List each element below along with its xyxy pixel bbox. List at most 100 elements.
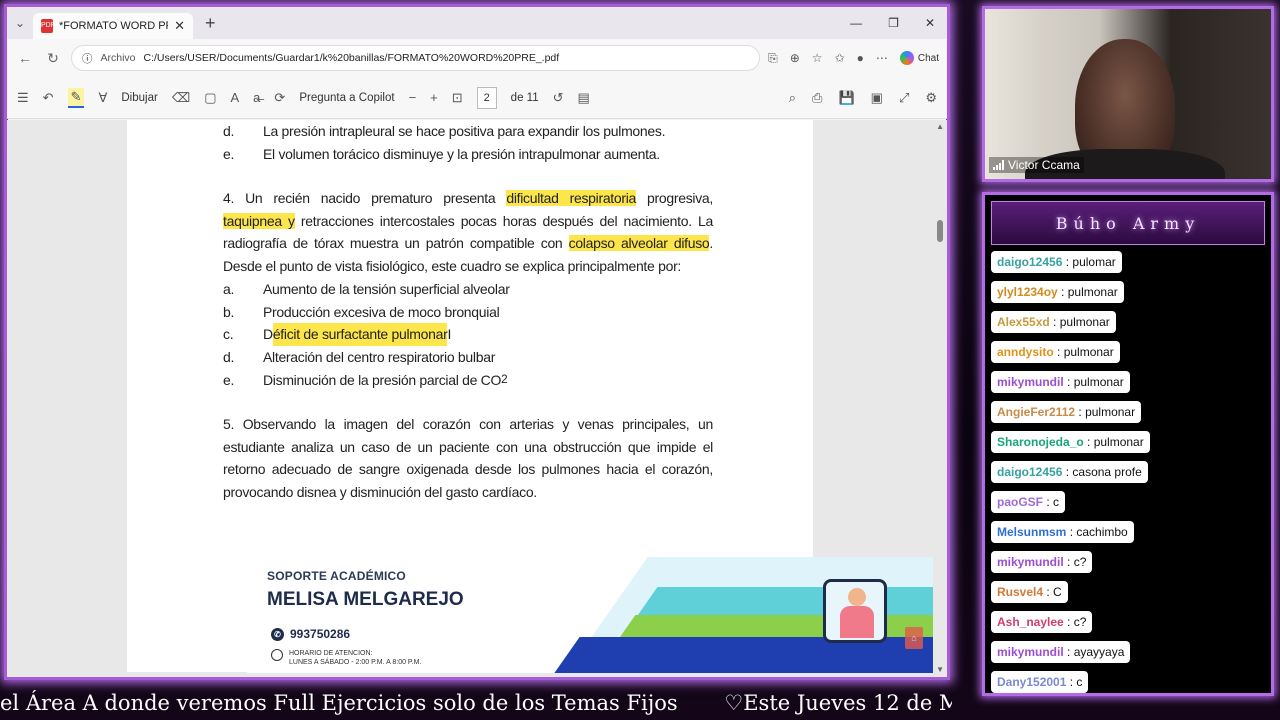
- question-4: 4. Un recién nacido prematuro presenta d…: [223, 190, 714, 275]
- chat-username[interactable]: mikymundil: [997, 645, 1064, 659]
- more-icon[interactable]: ⋯: [876, 51, 888, 65]
- chat-username[interactable]: daigo12456: [997, 465, 1062, 479]
- chat-title: Búho Army: [991, 201, 1265, 245]
- contents-icon[interactable]: ☰: [17, 90, 29, 106]
- favorites-icon[interactable]: ✩: [835, 51, 845, 65]
- address-bar-row: ← ↻ ⓘ Archivo C:/Users/USER/Documents/Gu…: [7, 39, 947, 77]
- settings-gear-icon[interactable]: ⚙: [925, 90, 937, 106]
- option-b: b. Producción excesiva de moco bronquial: [223, 303, 500, 320]
- chat-separator: :: [1043, 585, 1054, 599]
- url-field[interactable]: ⓘ Archivo C:/Users/USER/Documents/Guarda…: [71, 45, 761, 71]
- banner-name: MELISA MELGAREJO: [267, 589, 464, 610]
- webcam-name-label: Victor Ccama: [989, 157, 1084, 173]
- chat-username[interactable]: daigo12456: [997, 255, 1062, 269]
- tab-title: *FORMATO WORD PRE_.pdf: [59, 20, 168, 32]
- chat-text: pulmonar: [1093, 435, 1144, 449]
- chat-username[interactable]: Melsunmsm: [997, 525, 1066, 539]
- pdf-file-icon: PDF: [41, 19, 55, 33]
- restore-icon[interactable]: ❐: [888, 16, 899, 30]
- question-4-options: a. Aumento de la tensión superficial alve…: [223, 278, 713, 392]
- copilot-tb-icon[interactable]: ⟳: [274, 90, 285, 106]
- previous-options: d. La presión intrapleural se hace positi…: [223, 120, 713, 165]
- close-window-icon[interactable]: ✕: [925, 16, 935, 30]
- undo-icon[interactable]: ↶: [43, 90, 54, 106]
- search-icon[interactable]: ⌕: [789, 90, 796, 106]
- save-icon[interactable]: 💾: [838, 90, 854, 106]
- eraser-icon[interactable]: ⌫: [172, 90, 190, 106]
- profile-avatar-icon[interactable]: ●: [857, 51, 864, 65]
- chat-username[interactable]: anndysito: [997, 345, 1054, 359]
- signal-bars-icon: [993, 160, 1004, 170]
- highlight-icon[interactable]: ✎: [67, 87, 85, 108]
- chat-username[interactable]: AngieFer2112: [997, 405, 1075, 419]
- url-scheme-label: Archivo: [100, 52, 136, 64]
- option-c: c. Déficit de surfactante pulmonar I: [223, 323, 713, 347]
- copilot-icon: [899, 51, 914, 65]
- draw-icon[interactable]: ∀: [98, 90, 107, 106]
- tab-list-chevron-icon[interactable]: ⌄: [7, 16, 33, 30]
- read-aloud-tb-icon[interactable]: a̶: [253, 90, 260, 105]
- chat-message: ylyl1234oy : pulmonar: [991, 281, 1124, 303]
- chat-username[interactable]: mikymundil: [997, 375, 1064, 389]
- text-box-icon[interactable]: ▢: [204, 90, 216, 106]
- print-icon[interactable]: ⎙: [812, 90, 822, 106]
- news-ticker: el Área A donde veremos Full Ejercicios …: [0, 686, 952, 720]
- scroll-up-icon[interactable]: ▲: [936, 122, 944, 131]
- tutor-illustration: [823, 579, 887, 643]
- rotate-icon[interactable]: ↺: [553, 90, 564, 106]
- chat-username[interactable]: Dany152001: [997, 675, 1066, 689]
- minimize-icon[interactable]: —: [850, 16, 862, 30]
- chat-username[interactable]: Ash_naylee: [997, 615, 1064, 629]
- close-tab-icon[interactable]: ✕: [174, 18, 185, 34]
- chat-username[interactable]: Rusvel4: [997, 585, 1043, 599]
- draw-label[interactable]: Dibujar: [121, 92, 157, 104]
- banner-stripe-2: [636, 587, 933, 617]
- scroll-thumb[interactable]: [937, 220, 943, 242]
- chat-separator: :: [1075, 405, 1086, 419]
- new-tab-icon[interactable]: +: [205, 13, 216, 34]
- ticker-text-1: el Área A donde veremos Full Ejercicios …: [0, 691, 678, 715]
- favorite-star-icon[interactable]: ☆: [812, 51, 823, 65]
- copilot-label[interactable]: Pregunta a Copilot: [299, 92, 394, 104]
- refresh-icon[interactable]: ↻: [43, 50, 63, 67]
- adobe-pdf-icon: ⌂: [905, 627, 923, 649]
- back-icon[interactable]: ←: [15, 50, 35, 66]
- chat-username[interactable]: Sharonojeda_o: [997, 435, 1084, 449]
- fit-page-icon[interactable]: ⊡: [452, 90, 463, 106]
- highlight-3: colapso alveolar difuso: [568, 235, 710, 252]
- chat-username[interactable]: paoGSF: [997, 495, 1043, 509]
- tab-pdf[interactable]: PDF *FORMATO WORD PRE_.pdf ✕: [33, 13, 193, 39]
- text-style-icon[interactable]: A: [231, 90, 240, 105]
- scroll-down-icon[interactable]: ▼: [936, 665, 944, 674]
- page-number-input[interactable]: 2: [476, 86, 497, 109]
- chat-message-list: daigo12456 : pulomar ylyl1234oy : pulmona…: [985, 251, 1271, 693]
- fullscreen-icon[interactable]: ⤢: [899, 90, 909, 106]
- option-e: e. Disminución de la presión parcial de C…: [223, 371, 508, 388]
- academic-support-banner: SOPORTE ACADÉMICO MELISA MELGAREJO ✆ 9937…: [247, 557, 933, 673]
- ticker-text-2: ♡Este Jueves 12 de Marzo, d: [724, 691, 952, 715]
- stream-overlay: ⌄ PDF *FORMATO WORD PRE_.pdf ✕ + — ❐ ✕ ←…: [0, 0, 1280, 720]
- zoom-out-icon[interactable]: −: [409, 90, 417, 105]
- chat-message: daigo12456 : pulomar: [991, 251, 1122, 273]
- banner-phone: ✆ 993750286: [271, 627, 350, 641]
- vertical-scrollbar[interactable]: ▲ ▼: [936, 122, 944, 674]
- chat-message: daigo12456 : casona profe: [991, 461, 1148, 483]
- chat-username[interactable]: ylyl1234oy: [997, 285, 1058, 299]
- page-total: de 11: [510, 91, 539, 104]
- chat-separator: :: [1049, 315, 1060, 329]
- save-as-icon[interactable]: ▣: [871, 90, 883, 106]
- copilot-chat-button[interactable]: Chat: [899, 51, 939, 65]
- window-controls: — ❐ ✕: [850, 16, 947, 30]
- chat-text: c?: [1073, 555, 1087, 569]
- chat-username[interactable]: mikymundil: [997, 555, 1064, 569]
- option-d: d. Alteración del centro respiratorio bul…: [223, 349, 496, 366]
- chat-text: C: [1053, 585, 1062, 599]
- zoom-icon[interactable]: ⊕: [790, 51, 800, 65]
- page-view-icon[interactable]: ▤: [578, 90, 590, 106]
- chat-username[interactable]: Alex55xd: [997, 315, 1050, 329]
- chat-separator: :: [1062, 255, 1073, 269]
- zoom-in-icon[interactable]: +: [430, 90, 438, 105]
- chat-message: mikymundil : ayayyaya: [991, 641, 1131, 663]
- read-aloud-icon[interactable]: ⎘: [768, 51, 778, 66]
- chat-text: pulmonar: [1073, 375, 1124, 389]
